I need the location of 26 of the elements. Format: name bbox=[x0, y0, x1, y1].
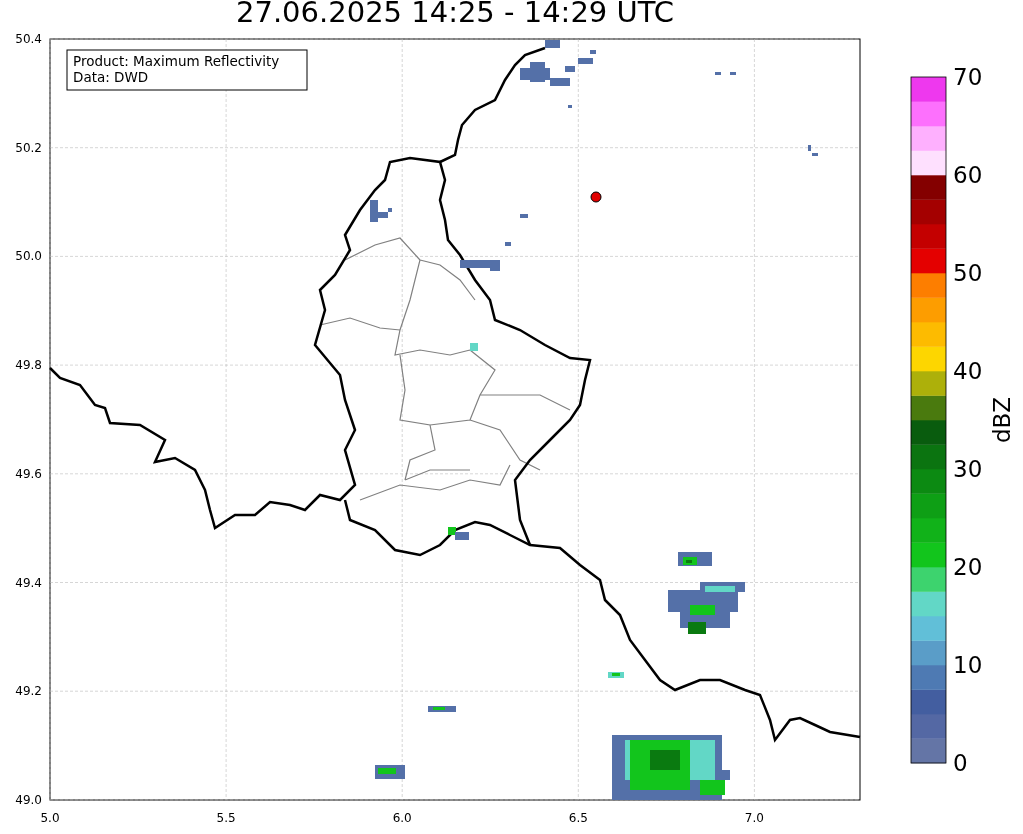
legend-text: Data: DWD bbox=[73, 69, 149, 85]
y-tick-label: 49.0 bbox=[15, 792, 42, 807]
colorbar-tick-label: 10 bbox=[953, 652, 983, 678]
x-tick-label: 7.0 bbox=[744, 811, 764, 825]
y-tick-label: 50.4 bbox=[15, 32, 42, 46]
y-tick-label: 49.8 bbox=[15, 358, 42, 373]
y-tick-label: 49.4 bbox=[15, 575, 42, 590]
colorbar-tick-label: 20 bbox=[953, 554, 983, 580]
colorbar-tick-label: 40 bbox=[953, 358, 983, 384]
colorbar-tick-label: 30 bbox=[953, 456, 983, 482]
colorbar-tick-label: 0 bbox=[953, 750, 968, 776]
colorbar-label: dBZ bbox=[989, 396, 1015, 444]
x-tick-label: 5.0 bbox=[40, 811, 60, 825]
y-tick-label: 49.6 bbox=[15, 466, 42, 481]
colorbar-tick-label: 50 bbox=[953, 260, 983, 286]
x-tick-label: 6.5 bbox=[568, 811, 588, 825]
colorbar-tick-label: 70 bbox=[953, 64, 983, 90]
x-tick-label: 5.5 bbox=[216, 811, 236, 825]
chart-title: 27.06.2025 14:25 - 14:29 UTC bbox=[236, 0, 674, 30]
y-tick-label: 49.2 bbox=[15, 684, 42, 699]
y-tick-label: 50.0 bbox=[15, 249, 42, 264]
location-marker bbox=[590, 191, 602, 203]
legend-text: Product: Maximum Reflectivity bbox=[73, 53, 280, 69]
colorbar-tick-label: 60 bbox=[953, 162, 983, 188]
y-tick-label: 50.2 bbox=[15, 140, 42, 155]
x-tick-label: 6.0 bbox=[392, 811, 412, 825]
